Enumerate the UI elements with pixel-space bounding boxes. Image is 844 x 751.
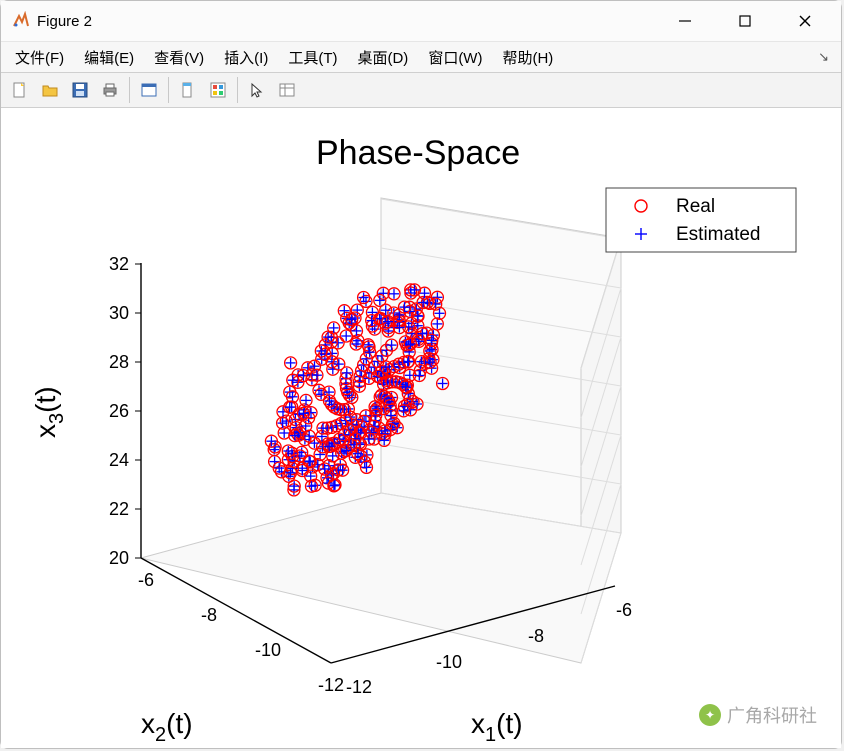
menu-file[interactable]: 文件(F) bbox=[7, 45, 72, 70]
svg-text:-8: -8 bbox=[528, 626, 544, 646]
maximize-button[interactable] bbox=[715, 1, 775, 41]
svg-text:32: 32 bbox=[109, 254, 129, 274]
svg-text:-6: -6 bbox=[138, 570, 154, 590]
titlebar: Figure 2 bbox=[1, 1, 841, 42]
menu-edit[interactable]: 编辑(E) bbox=[76, 45, 142, 70]
legend-label: Real bbox=[676, 196, 715, 217]
svg-text:-10: -10 bbox=[255, 640, 281, 660]
watermark: ✦ 广角科研社 bbox=[699, 702, 817, 728]
svg-text:-6: -6 bbox=[616, 600, 632, 620]
data-cursor-button[interactable] bbox=[175, 77, 201, 103]
wechat-icon: ✦ bbox=[699, 704, 721, 726]
menu-view[interactable]: 查看(V) bbox=[146, 45, 212, 70]
legend-label: Estimated bbox=[676, 224, 760, 245]
toolbar-separator bbox=[129, 77, 130, 103]
pointer-button[interactable] bbox=[244, 77, 270, 103]
menu-desktop[interactable]: 桌面(D) bbox=[349, 45, 416, 70]
menu-help[interactable]: 帮助(H) bbox=[494, 45, 561, 70]
matlab-icon bbox=[11, 11, 31, 31]
svg-text:-10: -10 bbox=[436, 652, 462, 672]
toolbar bbox=[1, 73, 841, 108]
chart-title: Phase-Space bbox=[316, 134, 520, 172]
window-controls bbox=[655, 1, 835, 41]
plot-svg: Phase-Space 20 22 24 26 28 bbox=[1, 108, 841, 748]
z-ticks: 20 22 24 26 28 30 32 bbox=[109, 254, 141, 568]
menu-tools[interactable]: 工具(T) bbox=[280, 45, 345, 70]
watermark-text: 广角科研社 bbox=[727, 702, 817, 728]
svg-text:28: 28 bbox=[109, 352, 129, 372]
menu-insert[interactable]: 插入(I) bbox=[216, 45, 276, 70]
save-button[interactable] bbox=[67, 77, 93, 103]
svg-text:20: 20 bbox=[109, 548, 129, 568]
property-editor-button[interactable] bbox=[274, 77, 300, 103]
toolbar-separator bbox=[168, 77, 169, 103]
menu-window[interactable]: 窗口(W) bbox=[420, 45, 490, 70]
svg-text:-12: -12 bbox=[318, 675, 344, 695]
menubar: 文件(F) 编辑(E) 查看(V) 插入(I) 工具(T) 桌面(D) 窗口(W… bbox=[1, 42, 841, 73]
open-button[interactable] bbox=[37, 77, 63, 103]
svg-text:-12: -12 bbox=[346, 677, 372, 697]
z-label: x3(t) bbox=[30, 386, 68, 438]
svg-text:-8: -8 bbox=[201, 605, 217, 625]
svg-text:22: 22 bbox=[109, 499, 129, 519]
y-label: x2(t) bbox=[141, 708, 193, 746]
legend[interactable]: Real Estimated bbox=[606, 188, 796, 252]
print-button[interactable] bbox=[97, 77, 123, 103]
figure-window: Figure 2 文件(F) 编辑(E) 查看(V) 插入(I) 工具(T) 桌… bbox=[0, 0, 842, 749]
svg-text:26: 26 bbox=[109, 401, 129, 421]
svg-text:24: 24 bbox=[109, 450, 129, 470]
new-file-button[interactable] bbox=[7, 77, 33, 103]
window-title: Figure 2 bbox=[37, 13, 92, 30]
minimize-button[interactable] bbox=[655, 1, 715, 41]
toolbar-separator bbox=[237, 77, 238, 103]
x-label: x1(t) bbox=[471, 708, 523, 746]
svg-text:30: 30 bbox=[109, 303, 129, 323]
axes-3d[interactable]: Phase-Space 20 22 24 26 28 bbox=[1, 108, 841, 748]
colorbar-button[interactable] bbox=[205, 77, 231, 103]
figure-palette-button[interactable] bbox=[136, 77, 162, 103]
close-button[interactable] bbox=[775, 1, 835, 41]
menu-overflow-icon[interactable]: ↘ bbox=[818, 49, 835, 65]
